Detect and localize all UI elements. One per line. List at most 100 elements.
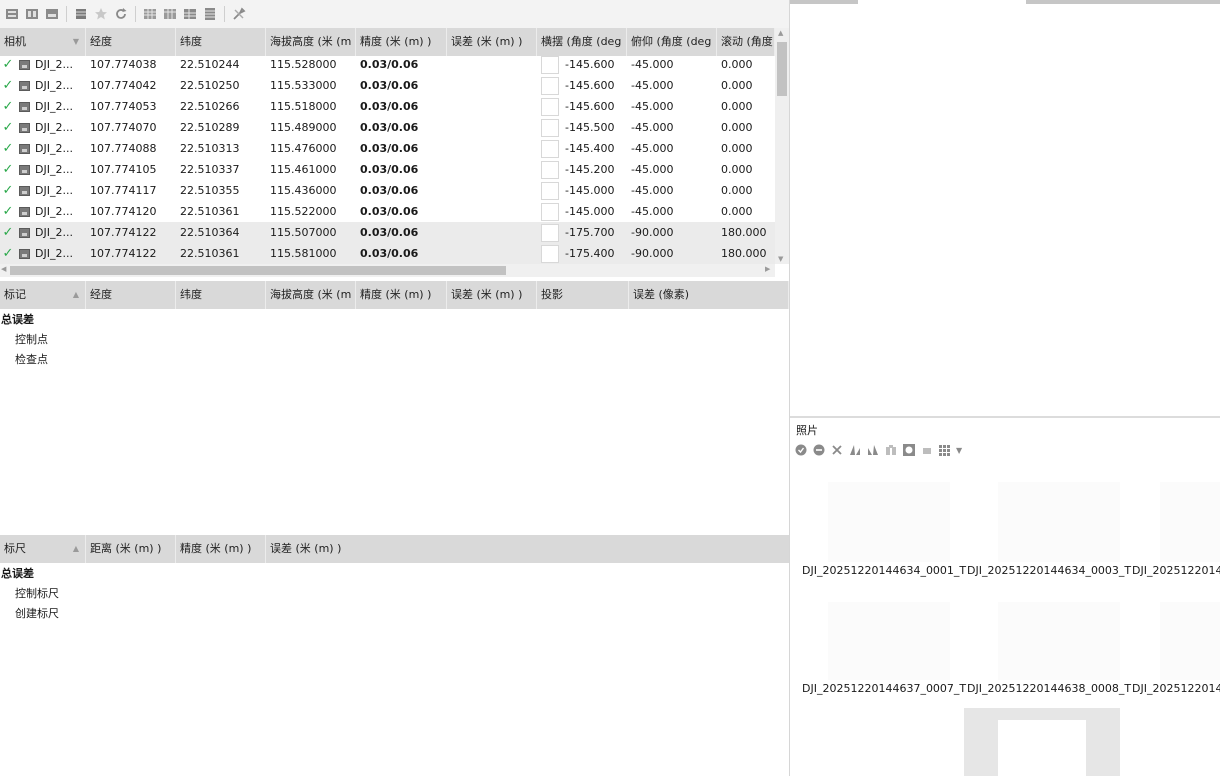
altitude-cell[interactable]: 115.581000 <box>266 243 356 264</box>
yaw-checkbox[interactable] <box>541 77 559 95</box>
error-cell[interactable] <box>447 243 537 264</box>
yaw-cell[interactable]: -145.500 <box>537 117 627 138</box>
star-icon[interactable] <box>92 5 110 23</box>
chevron-down-icon[interactable]: ▼ <box>956 446 962 455</box>
roll-cell[interactable]: 0.000 <box>717 117 775 138</box>
latitude-cell[interactable]: 22.510364 <box>176 222 266 243</box>
yaw-cell[interactable]: -175.400 <box>537 243 627 264</box>
error-cell[interactable] <box>447 180 537 201</box>
yaw-checkbox[interactable] <box>541 182 559 200</box>
error-cell[interactable] <box>447 138 537 159</box>
error-cell[interactable] <box>447 201 537 222</box>
camera-name[interactable]: ✓ DJI_2... <box>0 159 86 180</box>
latitude-cell[interactable]: 22.510244 <box>176 54 266 75</box>
column-header-error-pix[interactable]: 误差 (像素) <box>629 281 789 309</box>
table-row[interactable]: ✓ DJI_2... 107.774122 22.510361 115.581000 0.… <box>0 243 775 264</box>
camera-name[interactable]: ✓ DJI_2... <box>0 243 86 264</box>
camera-name[interactable]: ✓ DJI_2... <box>0 96 86 117</box>
column-header-altitude[interactable]: 海拔高度 (米 (m <box>266 28 356 56</box>
disable-icon[interactable] <box>812 443 826 457</box>
accuracy-cell[interactable]: 0.03/0.06 <box>356 117 447 138</box>
scalebars-total-error[interactable]: 总误差 <box>0 564 34 584</box>
camera-name[interactable]: ✓ DJI_2... <box>0 117 86 138</box>
column-header-error[interactable]: 误差 (米 (m) ) <box>447 28 537 56</box>
accuracy-cell[interactable]: 0.03/0.06 <box>356 180 447 201</box>
latitude-cell[interactable]: 22.510355 <box>176 180 266 201</box>
accuracy-cell[interactable]: 0.03/0.06 <box>356 159 447 180</box>
markers-total-error[interactable]: 总误差 <box>0 310 34 330</box>
yaw-cell[interactable]: -145.600 <box>537 75 627 96</box>
table-row[interactable]: ✓ DJI_2... 107.774053 22.510266 115.518000 0.… <box>0 96 775 117</box>
roll-cell[interactable]: 0.000 <box>717 75 775 96</box>
checkmark-icon[interactable]: ✓ <box>2 201 14 222</box>
mask-icon[interactable] <box>902 443 916 457</box>
column-header-roll[interactable]: 滚动 (角度 <box>717 28 775 56</box>
yaw-cell[interactable]: -145.400 <box>537 138 627 159</box>
error-cell[interactable] <box>447 159 537 180</box>
scroll-right-icon[interactable]: ▶ <box>765 265 770 273</box>
pitch-cell[interactable]: -45.000 <box>627 138 717 159</box>
camera-name[interactable]: ✓ DJI_2... <box>0 138 86 159</box>
yaw-cell[interactable]: -175.700 <box>537 222 627 243</box>
latitude-cell[interactable]: 22.510289 <box>176 117 266 138</box>
error-cell[interactable] <box>447 222 537 243</box>
pitch-cell[interactable]: -45.000 <box>627 117 717 138</box>
table-row[interactable]: ✓ DJI_2... 107.774117 22.510355 115.436000 0.… <box>0 180 775 201</box>
table-row[interactable]: ✓ DJI_2... 107.774105 22.510337 115.461000 0.… <box>0 159 775 180</box>
table-row[interactable]: ✓ DJI_2... 107.774038 22.510244 115.528000 0.… <box>0 54 775 75</box>
column-header-altitude[interactable]: 海拔高度 (米 (m <box>266 281 356 309</box>
roll-cell[interactable]: 0.000 <box>717 54 775 75</box>
camera-table-hscroll[interactable]: ◀ ▶ <box>0 264 775 277</box>
yaw-cell[interactable]: -145.000 <box>537 201 627 222</box>
pitch-cell[interactable]: -45.000 <box>627 54 717 75</box>
table-icon[interactable] <box>72 5 90 23</box>
longitude-cell[interactable]: 107.774053 <box>86 96 176 117</box>
latitude-cell[interactable]: 22.510361 <box>176 243 266 264</box>
checkmark-icon[interactable]: ✓ <box>2 180 14 201</box>
camera-add-icon[interactable] <box>3 5 21 23</box>
photo-thumbnail[interactable] <box>998 482 1120 562</box>
markers-control-points[interactable]: 控制点 <box>0 330 48 350</box>
pitch-cell[interactable]: -45.000 <box>627 201 717 222</box>
yaw-cell[interactable]: -145.600 <box>537 54 627 75</box>
longitude-cell[interactable]: 107.774070 <box>86 117 176 138</box>
pitch-cell[interactable]: -90.000 <box>627 243 717 264</box>
column-header-pitch[interactable]: 俯仰 (角度 (deg <box>627 28 717 56</box>
camera-table-vscroll[interactable]: ▲ ▼ <box>775 28 789 264</box>
small-icon[interactable] <box>920 443 934 457</box>
enable-icon[interactable] <box>794 443 808 457</box>
table-row[interactable]: ✓ DJI_2... 107.774070 22.510289 115.489000 0.… <box>0 117 775 138</box>
longitude-cell[interactable]: 107.774117 <box>86 180 176 201</box>
yaw-checkbox[interactable] <box>541 224 559 242</box>
column-header-error[interactable]: 误差 (米 (m) ) <box>447 281 537 309</box>
column-header-scalebar[interactable]: 标尺 ▲ <box>0 535 86 563</box>
table-row[interactable]: ✓ DJI_2... 107.774088 22.510313 115.476000 0.… <box>0 138 775 159</box>
pitch-cell[interactable]: -45.000 <box>627 75 717 96</box>
pitch-cell[interactable]: -45.000 <box>627 96 717 117</box>
column-header-yaw[interactable]: 横摆 (角度 (deg <box>537 28 627 56</box>
altitude-cell[interactable]: 115.528000 <box>266 54 356 75</box>
roll-cell[interactable]: 0.000 <box>717 159 775 180</box>
error-cell[interactable] <box>447 117 537 138</box>
roll-cell[interactable]: 0.000 <box>717 180 775 201</box>
camera-name[interactable]: ✓ DJI_2... <box>0 201 86 222</box>
markers-check-points[interactable]: 检查点 <box>0 350 48 370</box>
altitude-cell[interactable]: 115.507000 <box>266 222 356 243</box>
column-header-longitude[interactable]: 经度 <box>86 281 176 309</box>
scalebars-control[interactable]: 控制标尺 <box>0 584 59 604</box>
yaw-cell[interactable]: -145.000 <box>537 180 627 201</box>
column-header-accuracy[interactable]: 精度 (米 (m) ) <box>356 28 447 56</box>
tab-strip[interactable] <box>1026 0 1220 4</box>
altitude-cell[interactable]: 115.489000 <box>266 117 356 138</box>
scroll-left-icon[interactable]: ◀ <box>1 265 6 273</box>
altitude-cell[interactable]: 115.522000 <box>266 201 356 222</box>
rotate-right-icon[interactable] <box>866 443 880 457</box>
column-header-marker[interactable]: 标记 ▲ <box>0 281 86 309</box>
column-header-distance[interactable]: 距离 (米 (m) ) <box>86 535 176 563</box>
yaw-cell[interactable]: -145.600 <box>537 96 627 117</box>
camera-remove-icon[interactable] <box>23 5 41 23</box>
grid-d-icon[interactable] <box>201 5 219 23</box>
scroll-thumb[interactable] <box>10 266 506 275</box>
roll-cell[interactable]: 0.000 <box>717 96 775 117</box>
longitude-cell[interactable]: 107.774088 <box>86 138 176 159</box>
